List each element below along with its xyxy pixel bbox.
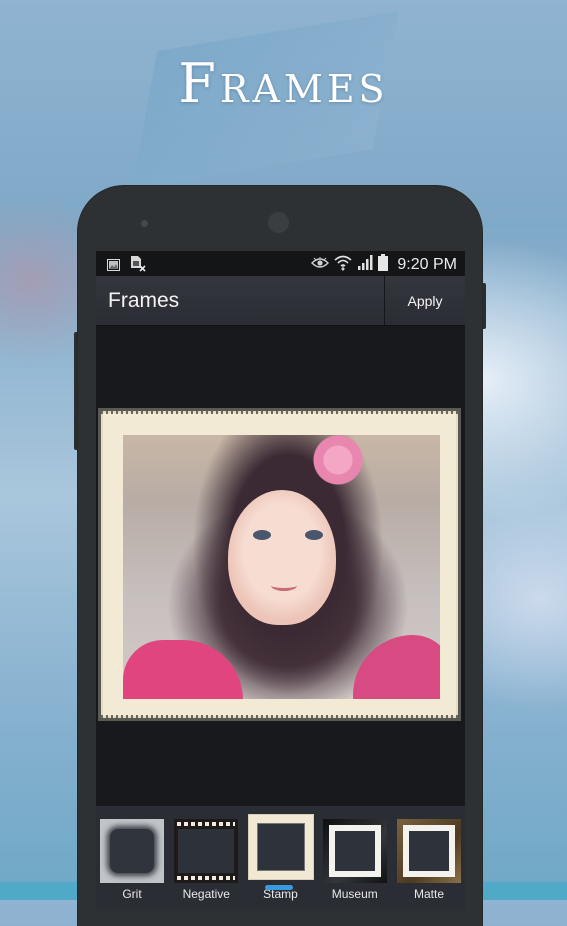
frame-option-label: Grit (122, 887, 142, 901)
frame-option-label: Matte (413, 887, 444, 901)
frame-picker-tray: Grit Negative Stamp Museum Matte (96, 806, 465, 911)
frame-option-grit[interactable]: Grit (98, 819, 166, 901)
frame-option-museum[interactable]: Museum (321, 819, 389, 901)
frame-option-label: Negative (182, 887, 230, 901)
screen-title: Frames (108, 289, 180, 312)
sim-card-error-icon (130, 256, 146, 277)
apply-button[interactable]: Apply (385, 276, 465, 325)
signal-icon (357, 255, 373, 275)
status-time: 9:20 PM (397, 256, 457, 273)
photo-image (123, 435, 440, 699)
matte-frame-thumbnail (397, 819, 461, 883)
frame-option-matte[interactable]: Matte (395, 819, 463, 901)
battery-icon (378, 254, 389, 276)
stamp-frame-thumbnail (248, 815, 313, 879)
framed-photo-preview (98, 408, 461, 721)
wifi-icon (334, 255, 352, 276)
stamp-frame-border (101, 411, 458, 718)
museum-frame-thumbnail (322, 819, 387, 883)
phone-front-camera (268, 212, 289, 233)
phone-sensor (141, 220, 148, 227)
phone-power-button (482, 283, 486, 329)
eye-smart-stay-icon (311, 256, 330, 274)
action-bar: Frames Apply (96, 276, 465, 326)
image-notification-icon (107, 258, 120, 276)
frame-option-negative[interactable]: Negative (172, 819, 240, 901)
selected-indicator (264, 885, 293, 890)
phone-screen: 9:20 PM Frames Apply Grit Negative Stamp… (96, 251, 465, 911)
frame-option-stamp[interactable]: Stamp (247, 815, 315, 901)
status-bar: 9:20 PM (96, 251, 465, 276)
grit-frame-thumbnail (100, 819, 164, 883)
photo-canvas (96, 326, 465, 806)
negative-frame-thumbnail (174, 819, 239, 883)
hero-title: Frames (178, 52, 389, 115)
frame-option-label: Museum (331, 887, 378, 901)
